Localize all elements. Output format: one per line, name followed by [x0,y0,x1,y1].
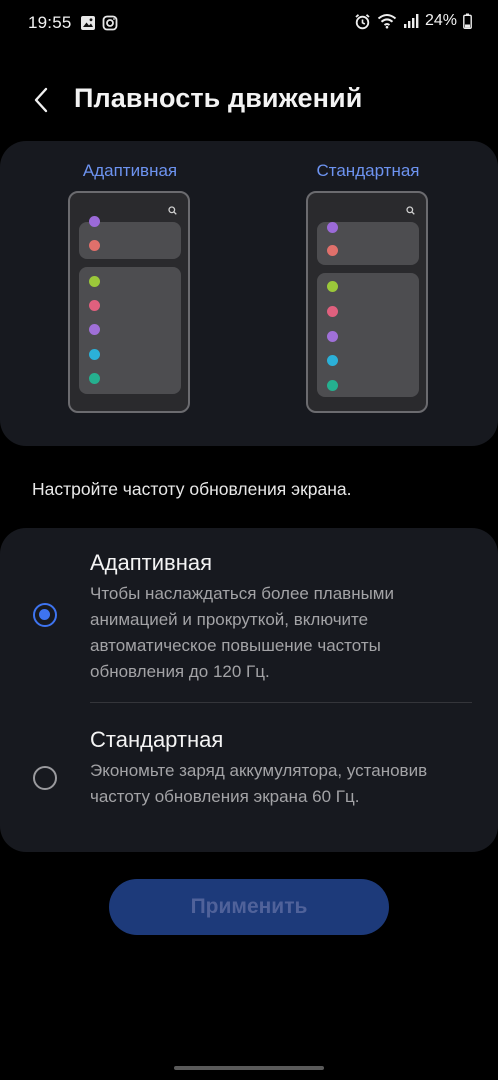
battery-icon [463,13,472,29]
mini-card-top [317,222,419,265]
adaptive-preview-label: Адаптивная [82,161,178,180]
color-dot [89,240,100,251]
signal-icon [403,14,419,28]
option-standard[interactable]: Стандартная Экономьте заряд аккумулятора… [0,703,498,852]
color-dot [327,245,338,256]
alarm-icon [355,13,370,29]
color-dot [89,349,100,360]
back-chevron-icon [34,87,48,113]
apply-button[interactable]: Применить [109,879,389,935]
radio-standard[interactable] [33,766,57,790]
search-icon [168,206,177,215]
standard-preview-label: Стандартная [316,161,420,180]
option-standard-title: Стандартная [90,727,224,752]
search-icon [406,206,415,215]
header: Плавность движений [0,75,498,125]
color-dot [327,222,338,233]
option-adaptive-description: Чтобы наслаждаться более плавными анимац… [90,584,394,681]
status-right: 24% [354,12,472,30]
adaptive-phone-mockup [68,191,190,413]
instructions-text: Настройте частоту обновления экрана. [32,479,352,499]
color-dot [89,216,100,227]
instagram-icon [102,15,118,31]
gallery-icon [81,16,95,30]
standard-phone-mockup [306,191,428,413]
color-dot [89,276,100,287]
mini-card-top [79,216,181,259]
mini-card-list [79,267,181,394]
battery-percent: 24% [424,12,457,29]
options-card: Адаптивная Чтобы наслаждаться более плав… [0,528,498,852]
home-indicator [174,1066,324,1070]
color-dot [89,373,100,384]
preview-card: Адаптивная Стандартная [0,141,498,446]
option-adaptive[interactable]: Адаптивная Чтобы наслаждаться более плав… [0,528,498,702]
apply-button-label: Применить [190,895,308,918]
color-dot [327,331,338,342]
status-bar: 19:55 24% [0,0,498,48]
wifi-icon [377,14,397,29]
option-standard-description: Экономьте заряд аккумулятора, установив … [90,761,428,806]
color-dot [327,281,338,292]
status-time: 19:55 [28,13,72,32]
color-dot [327,380,338,391]
mini-card-list [317,273,419,397]
color-dot [89,324,100,335]
color-dot [89,300,100,311]
status-left-icons [80,15,118,31]
option-adaptive-title: Адаптивная [90,550,213,575]
color-dot [327,306,338,317]
color-dot [327,355,338,366]
page-title: Плавность движений [74,83,363,113]
back-button[interactable] [26,83,56,117]
radio-adaptive[interactable] [33,603,57,627]
